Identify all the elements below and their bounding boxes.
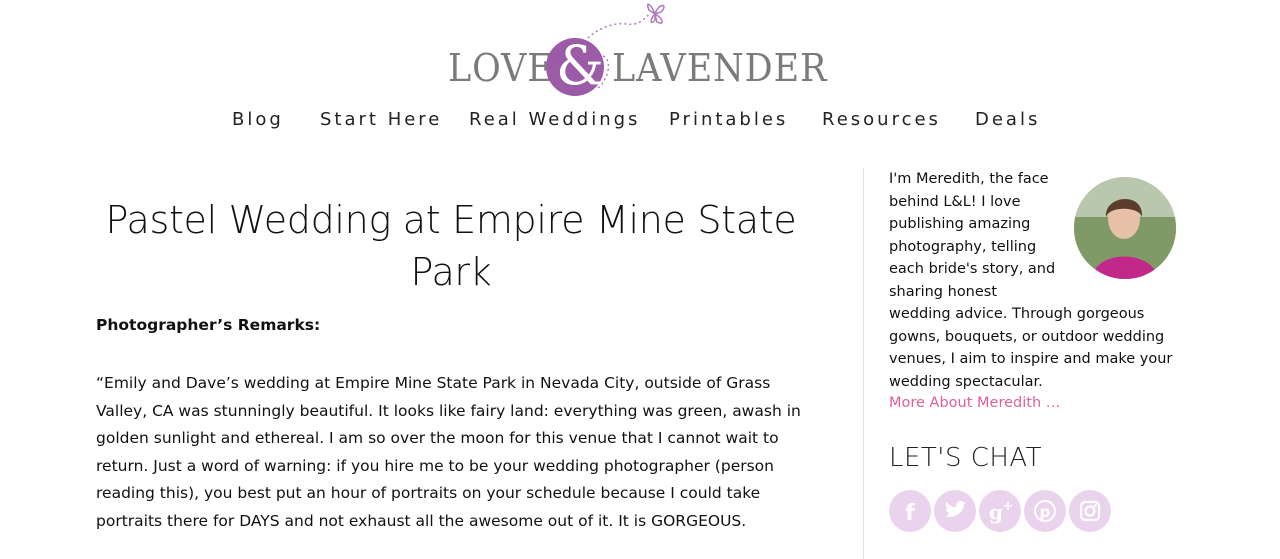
instagram-icon (1079, 500, 1101, 522)
author-photo (1074, 177, 1176, 279)
bio-line: gowns, bouquets, or outdoor wedding (889, 328, 1165, 345)
nav-item-start-here[interactable]: Start Here (320, 106, 442, 134)
bio-line: wedding advice. Through gorgeous (889, 306, 1145, 322)
logo-word-love: LOVE (448, 46, 554, 90)
bio-line: sharing honest (889, 283, 998, 300)
post-body: “Emily and Dave’s wedding at Empire Mine… (96, 374, 801, 530)
svg-text:f: f (905, 501, 915, 526)
facebook-button[interactable]: f (889, 490, 931, 532)
remarks-label: Photographer’s Remarks: (96, 316, 321, 334)
logo-ampersand: & (556, 34, 605, 97)
post-title: Pastel Wedding at Empire Mine State Park (105, 198, 797, 294)
pinterest-button[interactable]: p (1024, 490, 1066, 532)
nav-item-printables[interactable]: Printables (669, 106, 788, 134)
google-plus-icon: g + (989, 499, 1014, 524)
facebook-icon: f (905, 501, 915, 526)
twitter-icon (945, 500, 967, 517)
bio-line: venues, I aim to inspire and make your (889, 351, 1173, 367)
nav-item-deals[interactable]: Deals (975, 106, 1040, 134)
nav-item-resources[interactable]: Resources (822, 106, 941, 134)
svg-text:+: + (1003, 499, 1014, 514)
lets-chat-heading: LET'S CHAT (889, 443, 1043, 473)
svg-text:p: p (1040, 503, 1051, 521)
author-avatar (1074, 177, 1176, 279)
site-logo[interactable]: LOVE & LAVENDER (448, 0, 826, 100)
google-plus-button[interactable]: g + (979, 490, 1021, 532)
bio-line: wedding spectacular. (889, 373, 1043, 390)
main-nav: Blog Start Here Real Weddings Printables… (0, 106, 1280, 134)
instagram-button[interactable] (1069, 490, 1111, 532)
more-about-meredith-link[interactable]: More About Meredith … (889, 392, 1060, 415)
nav-item-real-weddings[interactable]: Real Weddings (469, 106, 640, 134)
twitter-button[interactable] (934, 490, 976, 532)
logo-word-lavender: LAVENDER (612, 46, 828, 90)
nav-item-blog[interactable]: Blog (232, 106, 284, 134)
sidebar-divider (863, 168, 864, 559)
svg-text:g: g (989, 500, 1003, 524)
pinterest-icon: p (1034, 500, 1056, 522)
